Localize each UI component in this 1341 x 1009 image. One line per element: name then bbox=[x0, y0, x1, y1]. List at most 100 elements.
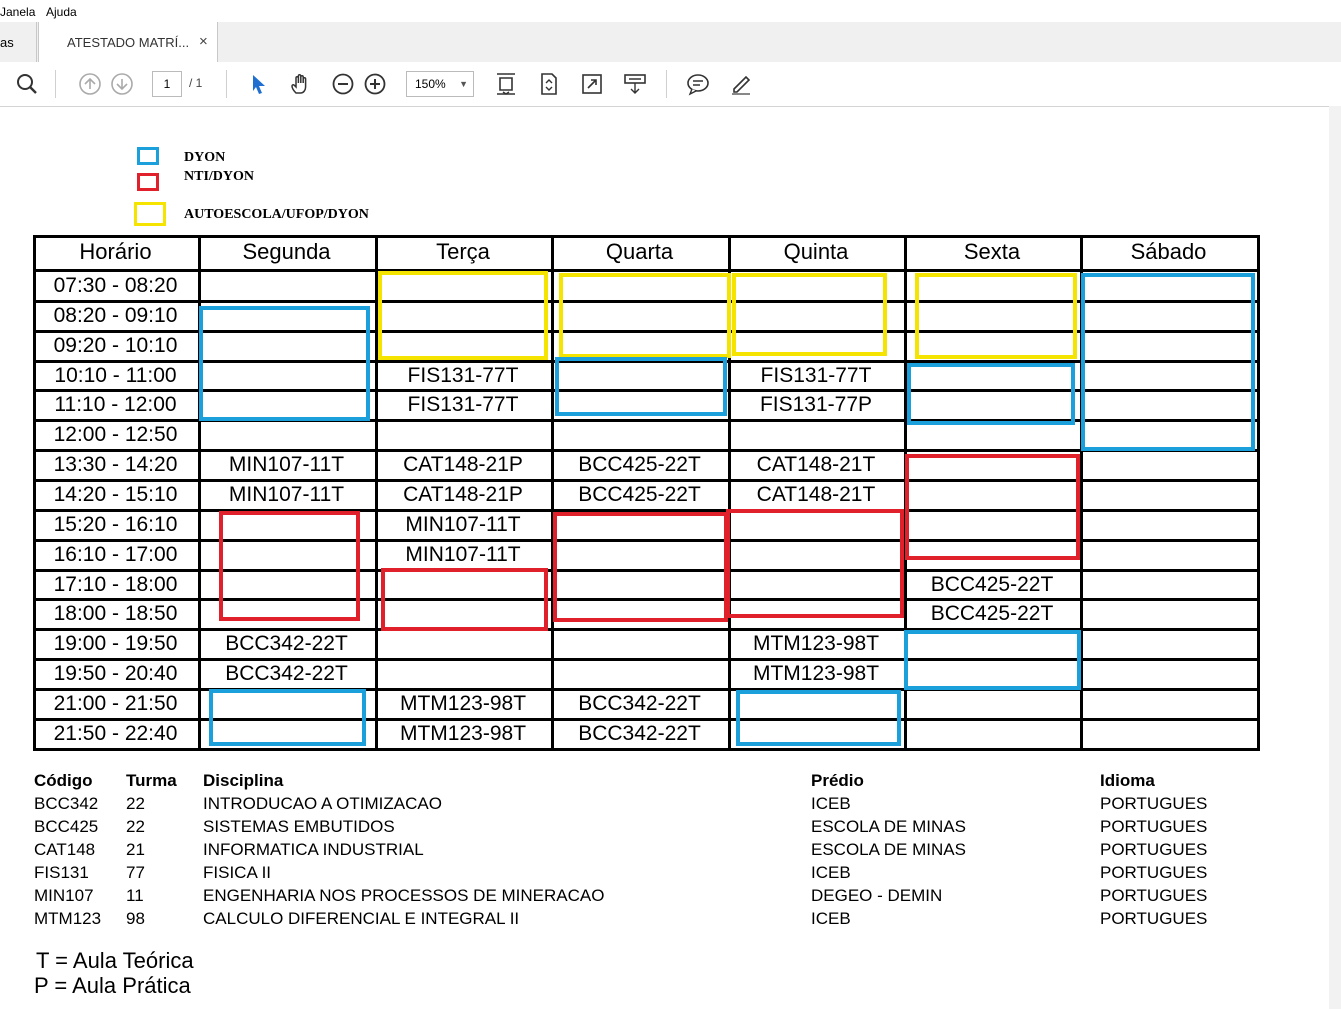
highlight-box-yellow bbox=[915, 273, 1077, 359]
highlight-box-blue bbox=[209, 689, 366, 746]
class-cell: MTM123-98T bbox=[752, 662, 880, 685]
course-cell: 22 bbox=[126, 817, 145, 836]
time-slot: 19:50 - 20:40 bbox=[53, 662, 178, 685]
column-header: Sábado bbox=[1130, 239, 1207, 264]
chevron-down-icon: ▼ bbox=[459, 79, 468, 89]
highlight-box-blue bbox=[555, 357, 727, 416]
time-slot: 15:20 - 16:10 bbox=[53, 513, 178, 536]
menu-bar: Janela Ajuda bbox=[0, 0, 1341, 23]
footnote-teorica: T = Aula Teórica bbox=[36, 948, 194, 973]
highlight-box-yellow bbox=[378, 271, 548, 360]
course-cell: ICEB bbox=[811, 863, 851, 882]
legend-label-dyon: DYON bbox=[184, 150, 226, 165]
course-header: Turma bbox=[126, 771, 177, 790]
class-cell: CAT148-21T bbox=[756, 453, 876, 476]
class-cell: BCC425-22T bbox=[578, 483, 701, 506]
highlight-box-blue bbox=[199, 306, 370, 421]
class-cell: MTM123-98T bbox=[399, 722, 527, 745]
vertical-scrollbar[interactable] bbox=[1329, 106, 1341, 1009]
menu-janela[interactable]: Janela bbox=[0, 5, 35, 19]
class-cell: MIN107-11T bbox=[228, 483, 345, 506]
tab-close-icon[interactable]: × bbox=[199, 33, 208, 50]
tab-atestado[interactable]: ATESTADO MATRÍ... × bbox=[38, 22, 218, 63]
select-cursor-icon[interactable] bbox=[246, 72, 270, 96]
comment-icon[interactable] bbox=[686, 72, 710, 96]
tab-previous-label: as bbox=[0, 35, 14, 50]
course-cell: PORTUGUES bbox=[1100, 794, 1208, 813]
time-slot: 12:00 - 12:50 bbox=[53, 423, 178, 446]
class-cell: FIS131-77T bbox=[407, 364, 519, 387]
course-header: Idioma bbox=[1100, 771, 1155, 790]
time-slot: 18:00 - 18:50 bbox=[53, 602, 178, 625]
time-slot: 11:10 - 12:00 bbox=[54, 393, 177, 416]
course-cell: BCC425 bbox=[34, 817, 99, 836]
course-column: Disciplina INTRODUCAO A OTIMIZACAO SISTEMA… bbox=[203, 769, 604, 930]
course-cell: 21 bbox=[126, 840, 145, 859]
menu-ajuda[interactable]: Ajuda bbox=[46, 5, 77, 19]
next-page-icon[interactable] bbox=[110, 72, 134, 96]
page-number-input[interactable]: 1 bbox=[152, 71, 182, 97]
legend-label-nti: NTI/DYON bbox=[184, 169, 255, 184]
zoom-value: 150% bbox=[415, 77, 446, 91]
toolbar: 1 / 1 150% ▼ bbox=[0, 62, 1341, 107]
time-slot: 16:10 - 17:00 bbox=[53, 543, 178, 566]
class-cell: BCC342-22T bbox=[225, 632, 348, 655]
highlight-box-blue bbox=[736, 690, 901, 746]
course-cell: ENGENHARIA NOS PROCESSOS DE MINERACAO bbox=[203, 886, 605, 905]
time-slot: 09:20 - 10:10 bbox=[53, 334, 178, 357]
column-header: Horário bbox=[79, 239, 152, 264]
highlight-box-yellow bbox=[559, 273, 731, 358]
column-header: Terça bbox=[436, 239, 490, 264]
hand-tool-icon[interactable] bbox=[288, 72, 312, 96]
read-mode-icon[interactable] bbox=[623, 72, 647, 96]
course-cell: BCC342 bbox=[34, 794, 99, 813]
course-column: Código BCC342 BCC425 CAT148 FIS131 MIN107 MTM1… bbox=[34, 769, 101, 930]
time-slot: 17:10 - 18:00 bbox=[53, 573, 178, 596]
class-cell: BCC342-22T bbox=[225, 662, 348, 685]
document-page: DYON NTI/DYON AUTOESCOLA/UFOP/DYON Horár… bbox=[0, 107, 1329, 1009]
scroll-mode-icon[interactable] bbox=[494, 72, 518, 96]
class-cell: CAT148-21P bbox=[403, 483, 523, 506]
class-cell: BCC425-22T bbox=[930, 573, 1054, 596]
full-screen-icon[interactable] bbox=[580, 72, 604, 96]
highlight-box-red bbox=[726, 509, 904, 618]
legend-swatch-autoescola bbox=[134, 202, 166, 226]
legend-swatch-dyon bbox=[137, 147, 159, 165]
zoom-out-icon[interactable] bbox=[331, 72, 355, 96]
time-slot: 21:50 - 22:40 bbox=[53, 722, 178, 745]
tab-bar: as ATESTADO MATRÍ... × bbox=[0, 22, 1341, 63]
course-cell: MIN107 bbox=[34, 886, 94, 905]
class-cell: BCC342-22T bbox=[578, 692, 701, 715]
highlight-box-blue bbox=[1081, 273, 1255, 451]
class-cell: BCC425-22T bbox=[930, 602, 1054, 625]
course-cell: CAT148 bbox=[34, 840, 96, 859]
toolbar-separator bbox=[226, 70, 227, 98]
class-cell: MTM123-98T bbox=[752, 632, 880, 655]
course-cell: 98 bbox=[126, 909, 145, 928]
page-fit-icon[interactable] bbox=[537, 72, 561, 96]
highlight-box-red bbox=[553, 512, 728, 622]
class-cell: FIS131-77P bbox=[759, 393, 873, 416]
course-cell: PORTUGUES bbox=[1100, 840, 1208, 859]
toolbar-separator bbox=[666, 70, 667, 98]
class-cell: FIS131-77T bbox=[407, 393, 519, 416]
zoom-in-icon[interactable] bbox=[363, 72, 387, 96]
zoom-select[interactable]: 150% ▼ bbox=[406, 71, 474, 97]
previous-page-icon[interactable] bbox=[78, 72, 102, 96]
course-cell: ICEB bbox=[811, 794, 851, 813]
highlight-box-yellow bbox=[732, 273, 887, 356]
page-total: / 1 bbox=[189, 76, 203, 90]
highlight-box-blue bbox=[907, 363, 1075, 425]
legend-swatch-nti bbox=[137, 173, 159, 191]
footnote-pratica: P = Aula Prática bbox=[34, 973, 191, 998]
tab-title: ATESTADO MATRÍ... bbox=[67, 35, 190, 50]
course-cell: PORTUGUES bbox=[1100, 909, 1208, 928]
highlight-pen-icon[interactable] bbox=[729, 72, 753, 96]
tab-previous[interactable]: as bbox=[0, 22, 37, 62]
grid-vline bbox=[1257, 235, 1260, 750]
search-icon[interactable] bbox=[15, 72, 39, 96]
class-cell: BCC425-22T bbox=[578, 453, 701, 476]
course-column: Idioma PORTUGUES PORTUGUES PORTUGUES PORTUGU… bbox=[1100, 769, 1207, 930]
time-slot: 13:30 - 14:20 bbox=[53, 453, 178, 476]
course-cell: ESCOLA DE MINAS bbox=[811, 817, 966, 836]
